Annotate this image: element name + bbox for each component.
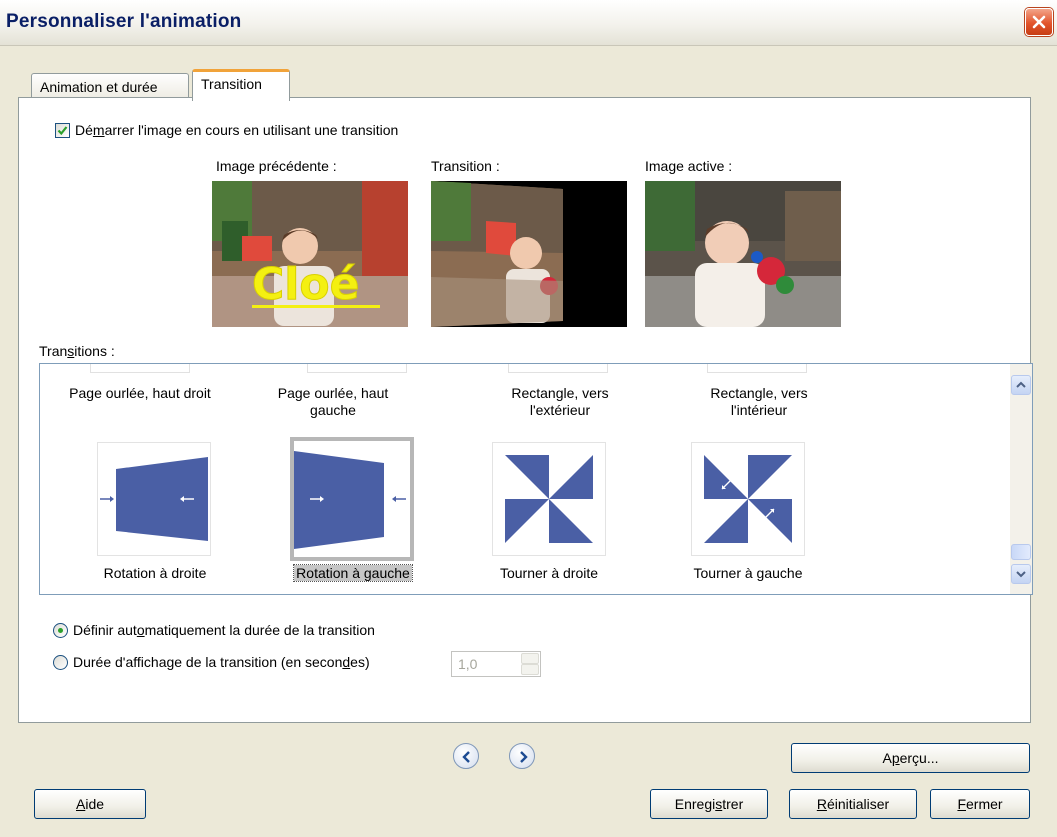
preview-button[interactable]: Aperçu... <box>791 743 1030 773</box>
transition-item-turn-right[interactable]: Tourner à droite <box>464 565 634 582</box>
spin-down-button[interactable] <box>521 664 539 675</box>
transition-item-rotate-left[interactable]: Rotation à gauche <box>268 564 438 582</box>
previous-image-preview: Cloé <box>212 181 408 327</box>
reset-button[interactable]: Réinitialiser <box>789 789 917 819</box>
manual-duration-radio[interactable] <box>53 655 68 670</box>
checkmark-icon <box>57 126 68 136</box>
transition-preview-label: Transition : <box>431 158 500 174</box>
transitions-scrollbar[interactable] <box>1010 364 1032 594</box>
transition-thumb-rotate-left[interactable] <box>290 437 414 561</box>
duration-spinner[interactable]: 1,0 <box>451 651 541 677</box>
transition-preview <box>431 181 627 327</box>
transition-thumb-turn-left[interactable] <box>691 442 805 556</box>
title-bar: Personnaliser l'animation <box>0 0 1057 46</box>
scroll-down-button[interactable] <box>1011 564 1031 584</box>
help-button[interactable]: Aide <box>34 789 146 819</box>
rotate-right-icon <box>100 457 208 541</box>
next-button[interactable] <box>509 743 535 769</box>
tab-transition[interactable]: Transition <box>192 69 290 101</box>
auto-duration-radio[interactable] <box>53 623 68 638</box>
start-transition-label[interactable]: Démarrer l'image en cours en utilisant u… <box>75 122 398 138</box>
previous-button[interactable] <box>453 743 479 769</box>
spin-up-button[interactable] <box>521 653 539 664</box>
start-transition-checkbox[interactable] <box>55 123 70 138</box>
chevron-right-icon <box>520 751 528 763</box>
turn-left-icon <box>704 455 792 543</box>
duration-value: 1,0 <box>458 656 478 672</box>
customize-animation-dialog: Personnaliser l'animation Animation et d… <box>0 0 1057 837</box>
transitions-list[interactable]: Page ourlée, haut droit Page ourlée, hau… <box>39 363 1033 595</box>
rotate-left-icon <box>294 451 406 549</box>
transition-item-page-curl-top-left[interactable]: Page ourlée, haut gauche <box>263 385 403 419</box>
active-image-label: Image active : <box>645 158 733 174</box>
active-image-preview <box>645 181 841 327</box>
transition-thumb-turn-right[interactable] <box>492 442 606 556</box>
chevron-left-icon <box>462 751 470 763</box>
scroll-up-button[interactable] <box>1011 375 1031 395</box>
auto-duration-label[interactable]: Définir automatiquement la durée de la t… <box>73 622 375 638</box>
chevron-up-icon <box>1016 381 1026 388</box>
transitions-list-label: Transitions : <box>39 343 115 359</box>
transition-thumb-rotate-right[interactable] <box>97 442 211 556</box>
transition-item-page-curl-top-right[interactable]: Page ourlée, haut droit <box>55 385 225 402</box>
close-icon <box>1032 15 1046 29</box>
transition-item-rectangle-out[interactable]: Rectangle, vers l'extérieur <box>500 385 620 419</box>
cloe-caption: Cloé <box>252 259 359 310</box>
transition-item-rectangle-in[interactable]: Rectangle, vers l'intérieur <box>688 385 830 419</box>
scroll-thumb[interactable] <box>1011 544 1031 560</box>
turn-right-icon <box>505 455 593 543</box>
transition-item-turn-left[interactable]: Tourner à gauche <box>663 565 833 582</box>
save-button[interactable]: Enregistrer <box>650 789 768 819</box>
dialog-title: Personnaliser l'animation <box>6 11 242 32</box>
close-button[interactable]: Fermer <box>930 789 1030 819</box>
close-window-button[interactable] <box>1025 8 1053 36</box>
transition-item-rotate-right[interactable]: Rotation à droite <box>70 565 240 582</box>
chevron-down-icon <box>1016 571 1026 578</box>
manual-duration-label[interactable]: Durée d'affichage de la transition (en s… <box>73 654 370 670</box>
previous-image-label: Image précédente : <box>216 158 337 174</box>
